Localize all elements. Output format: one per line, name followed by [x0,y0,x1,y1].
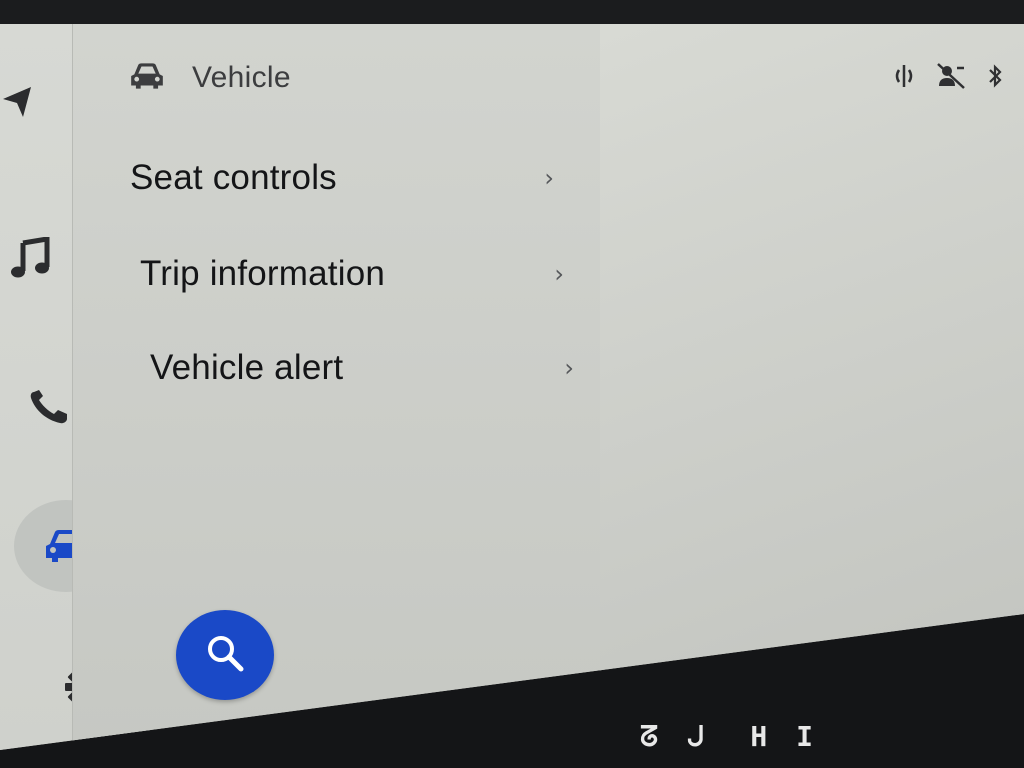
panel-header: Vehicle [128,60,291,96]
search-button[interactable] [176,610,274,700]
detail-pane [600,24,1024,750]
menu-item-label: Trip information [140,254,386,293]
menu-item-label: Seat controls [130,158,337,197]
wireless-charging-icon [894,63,914,89]
menu-item-trip-information[interactable]: Trip information › [140,244,570,304]
menu-item-vehicle-alert[interactable]: Vehicle alert › [150,338,580,398]
menu-item-label: Vehicle alert [150,348,344,387]
screen-bezel-top [0,0,1024,24]
rail-item-music[interactable] [6,234,54,282]
music-note-icon [9,237,51,279]
page-title: Vehicle [192,61,291,94]
menu-item-seat-controls[interactable]: Seat controls › [130,148,560,208]
status-bar [894,62,1002,90]
dashboard-readout-left: ᘔ ᒍ [640,720,710,753]
chevron-right-icon: › [564,354,574,382]
infotainment-screen: Vehicle Seat controls › Trip information… [0,24,1024,750]
chevron-right-icon: › [554,260,564,288]
rail-item-navigation[interactable] [0,82,38,122]
search-icon [203,631,247,680]
voice-assistant-off-icon [936,62,966,90]
navigation-arrow-icon [3,85,33,119]
bluetooth-icon [988,63,1002,89]
dashboard-readout: ᘔ ᒍ H I [640,720,840,760]
car-icon [128,61,166,96]
chevron-right-icon: › [544,164,554,192]
rail-item-phone[interactable] [26,384,72,430]
phone-icon [28,390,70,424]
dashboard-readout-right: H I [750,720,819,753]
